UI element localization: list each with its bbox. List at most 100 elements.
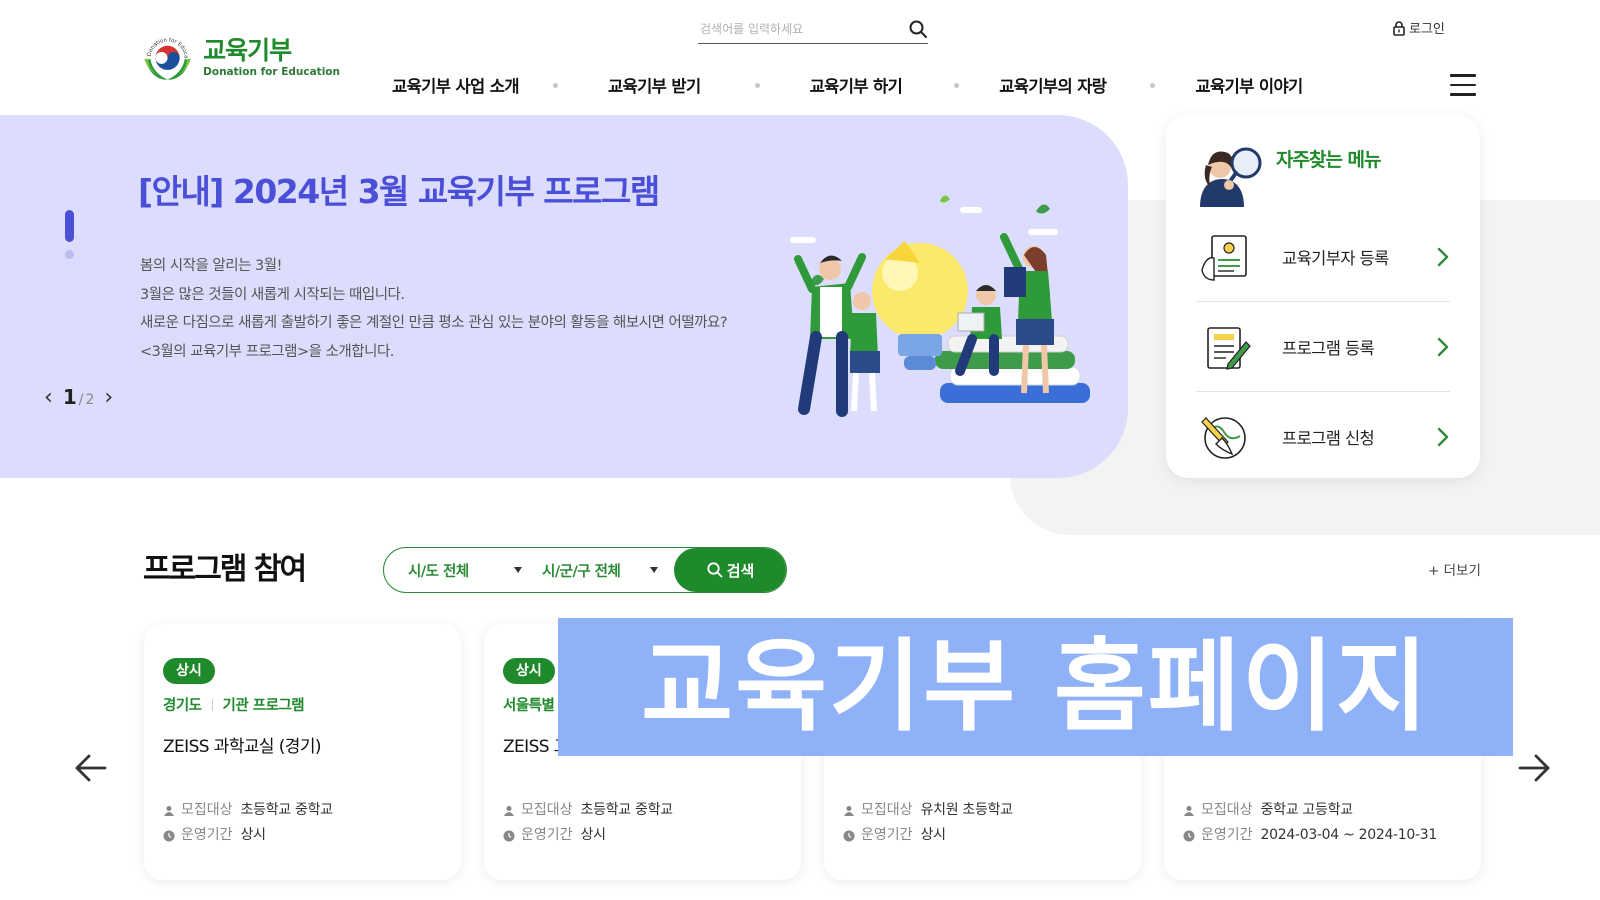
meta-target-label: 모집대상 (1201, 802, 1253, 818)
quick-item-program-application[interactable]: 프로그램 신청 (1196, 392, 1450, 482)
meta-period-value: 상시 (580, 827, 606, 843)
chevron-right-icon (1437, 427, 1449, 447)
region-divider (211, 698, 213, 711)
search-icon[interactable] (908, 19, 928, 39)
caret-down-icon (650, 567, 658, 573)
program-registration-icon (1207, 326, 1251, 370)
hero-line: <3월의 교육기부 프로그램>을 소개합니다. (140, 343, 394, 360)
region-select[interactable]: 시/도 전체 (384, 548, 530, 592)
hero-description: 봄의 시작을 알리는 3월! 3월은 많은 것들이 새롭게 시작되는 때입니다.… (140, 252, 728, 366)
pager-total: 2 (85, 392, 95, 408)
quick-item-label: 프로그램 신청 (1282, 429, 1375, 448)
chevron-right-icon (1437, 247, 1449, 266)
meta-target-label: 모집대상 (521, 802, 573, 818)
meta-target-value: 유치원 초등학교 (920, 802, 1014, 818)
program-search-button[interactable]: 검색 (674, 548, 786, 592)
donor-registration-icon (1201, 234, 1247, 281)
district-select[interactable]: 시/군/구 전체 (530, 548, 672, 592)
nav-item-give[interactable]: 교육기부 하기 (810, 73, 903, 97)
program-card[interactable]: 상시 경기도 기관 프로그램 ZEISS 과학교실 (경기) 모집대상 초등학교… (144, 624, 461, 880)
logo-subtitle: Donation for Education (203, 66, 340, 78)
clock-icon (163, 830, 175, 841)
meta-period-value: 상시 (240, 827, 266, 843)
meta-period-label: 운영기간 (181, 827, 233, 843)
card-title: ZEISS 과학교실 (경기) (163, 737, 322, 757)
arrow-left-icon[interactable] (73, 753, 107, 783)
students-lightbulb-illustration (790, 195, 1090, 417)
meta-period-label: 운영기간 (861, 827, 913, 843)
card-region: 경기도 기관 프로그램 (163, 694, 305, 715)
region-select-value: 시/도 전체 (408, 563, 469, 580)
status-badge: 상시 (503, 658, 555, 684)
meta-period-label: 운영기간 (1201, 827, 1253, 843)
card-region: 서울특별 (503, 694, 555, 715)
card-org-type: 기관 프로그램 (222, 698, 305, 714)
slide-indicator (65, 210, 74, 259)
program-filter: 시/도 전체 시/군/구 전체 검색 (383, 547, 787, 593)
hero-line: 3월은 많은 것들이 새롭게 시작되는 때입니다. (140, 286, 405, 303)
menu-icon[interactable] (1450, 74, 1476, 96)
nav-item-pride[interactable]: 교육기부의 자랑 (999, 73, 1107, 97)
chevron-right-icon[interactable]: › (100, 385, 117, 410)
nav-separator (754, 82, 760, 88)
logo-emblem-icon: Donation for Education (140, 25, 191, 80)
nav-item-story[interactable]: 교육기부 이야기 (1195, 73, 1303, 97)
quick-menu-title: 자주찾는 메뉴 (1276, 148, 1381, 171)
meta-target-value: 중학교 고등학교 (1260, 802, 1354, 818)
person-icon (844, 805, 854, 816)
pager-current: 1 (62, 385, 77, 409)
card-meta: 모집대상 초등학교 중학교 운영기간 상시 (163, 798, 333, 848)
quick-item-program-registration[interactable]: 프로그램 등록 (1196, 302, 1450, 392)
login-label: 로그인 (1409, 22, 1445, 37)
hero-banner[interactable]: [안내] 2024년 3월 교육기부 프로그램 봄의 시작을 알리는 3월! 3… (0, 115, 1128, 478)
hero-line: 봄의 시작을 알리는 3월! (140, 258, 282, 274)
nav-separator (552, 82, 558, 88)
quick-item-donor-registration[interactable]: 교육기부자 등록 (1196, 212, 1450, 302)
clock-icon (503, 830, 515, 841)
caret-down-icon (514, 567, 522, 573)
slide-pager: ‹ 1 / 2 › (40, 385, 117, 410)
clock-icon (843, 830, 855, 841)
meta-period-value: 상시 (920, 827, 946, 843)
chevron-left-icon[interactable]: ‹ (40, 385, 57, 410)
search-icon (707, 562, 723, 578)
card-region-name: 경기도 (163, 698, 202, 714)
district-select-value: 시/군/구 전체 (542, 563, 621, 580)
clock-icon (1183, 830, 1195, 841)
magnifier-person-icon (1200, 147, 1262, 207)
meta-period-label: 운영기간 (521, 827, 573, 843)
nav-separator (954, 82, 960, 88)
hero-title[interactable]: [안내] 2024년 3월 교육기부 프로그램 (138, 165, 660, 213)
pager-separator: / (78, 392, 84, 408)
main-navigation: 교육기부 사업 소개 교육기부 받기 교육기부 하기 교육기부의 자랑 교육기부… (392, 72, 1303, 98)
quick-menu: 자주찾는 메뉴 교육기부자 등록 프로그램 등록 프로그램 신청 (1166, 115, 1480, 478)
slide-indicator-active (65, 210, 74, 242)
meta-target-label: 모집대상 (861, 802, 913, 818)
person-icon (504, 805, 514, 816)
logo-title: 교육기부 (203, 36, 292, 65)
card-region-name: 서울특별 (503, 698, 555, 714)
site-logo[interactable]: Donation for Education 교육기부 Donation for… (140, 24, 340, 90)
meta-target-value: 초등학교 중학교 (580, 802, 674, 818)
more-link[interactable]: + 더보기 (1428, 559, 1481, 579)
caption-overlay: 교육기부 홈페이지 (558, 618, 1513, 756)
card-meta: 모집대상 유치원 초등학교 운영기간 상시 (843, 798, 1013, 848)
chevron-right-icon (1437, 337, 1449, 356)
quick-item-label: 프로그램 등록 (1282, 338, 1375, 358)
caption-text: 교육기부 홈페이지 (641, 628, 1430, 745)
status-badge: 상시 (163, 658, 215, 684)
nav-item-receive[interactable]: 교육기부 받기 (608, 73, 701, 97)
section-title-programs: 프로그램 참여 (143, 552, 307, 587)
meta-target-label: 모집대상 (181, 802, 233, 818)
arrow-right-icon[interactable] (1518, 753, 1552, 783)
search-input[interactable] (698, 15, 908, 42)
card-meta: 모집대상 초등학교 중학교 운영기간 상시 (503, 798, 673, 848)
person-icon (1184, 805, 1194, 816)
quick-item-label: 교육기부자 등록 (1282, 248, 1389, 268)
nav-item-about[interactable]: 교육기부 사업 소개 (392, 73, 520, 97)
nav-separator (1150, 82, 1156, 88)
slide-indicator-dot[interactable] (65, 250, 74, 259)
login-link[interactable]: 로그인 (1392, 18, 1445, 37)
hero-line: 새로운 다짐으로 새롭게 출발하기 좋은 계절인 만큼 평소 관심 있는 분야의… (140, 315, 728, 331)
meta-period-value: 2024-03-04 ~ 2024-10-31 (1260, 827, 1438, 843)
